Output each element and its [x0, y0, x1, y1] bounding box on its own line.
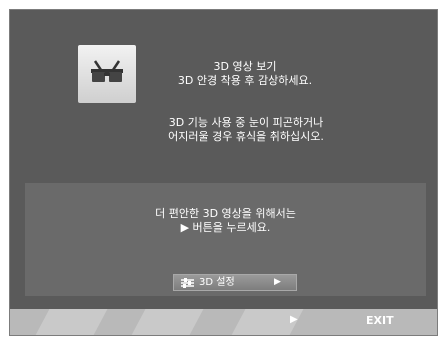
recommendation-panel: 더 편안한 3D 영상을 위해서는 ▶ 버튼을 누르세요. 3D 설정 ▶ [25, 183, 426, 296]
warning-line-1: 3D 기능 사용 중 눈이 피곤하거나 [168, 116, 324, 129]
recommendation-text: 더 편안한 3D 영상을 위해서는 ▶ 버튼을 누르세요. [25, 207, 426, 235]
recommendation-line-1: 더 편안한 3D 영상을 위해서는 [155, 207, 296, 220]
3d-glasses-tile [78, 45, 136, 103]
warning-text: 3D 기능 사용 중 눈이 피곤하거나 어지러울 경우 휴식을 취하십시오. [135, 116, 357, 144]
screen: 3D 영상 보기 3D 안경 착용 후 감상하세요. 3D 기능 사용 중 눈이… [0, 0, 446, 343]
3d-settings-button[interactable]: 3D 설정 ▶ [173, 274, 297, 291]
title-text: 3D 영상 보기 3D 안경 착용 후 감상하세요. [150, 60, 340, 88]
exit-button[interactable]: EXIT [366, 314, 394, 327]
warning-line-2: 어지러울 경우 휴식을 취하십시오. [168, 130, 324, 143]
title-line-2: 3D 안경 착용 후 감상하세요. [177, 74, 313, 87]
decorative-stripe [128, 309, 206, 335]
next-arrow-button[interactable]: ▶ [290, 314, 298, 325]
bottom-bar: ▶ EXIT [10, 309, 437, 335]
3d-glasses-icon [91, 60, 123, 82]
recommendation-line-2: ▶ 버튼을 누르세요. [180, 221, 271, 234]
title-line-1: 3D 영상 보기 [213, 60, 277, 73]
settings-sliders-icon [181, 278, 194, 288]
3d-settings-label: 3D 설정 [199, 277, 235, 288]
play-arrow-icon: ▶ [274, 277, 281, 287]
decorative-stripe [32, 309, 110, 335]
osd-window: 3D 영상 보기 3D 안경 착용 후 감상하세요. 3D 기능 사용 중 눈이… [9, 9, 438, 336]
